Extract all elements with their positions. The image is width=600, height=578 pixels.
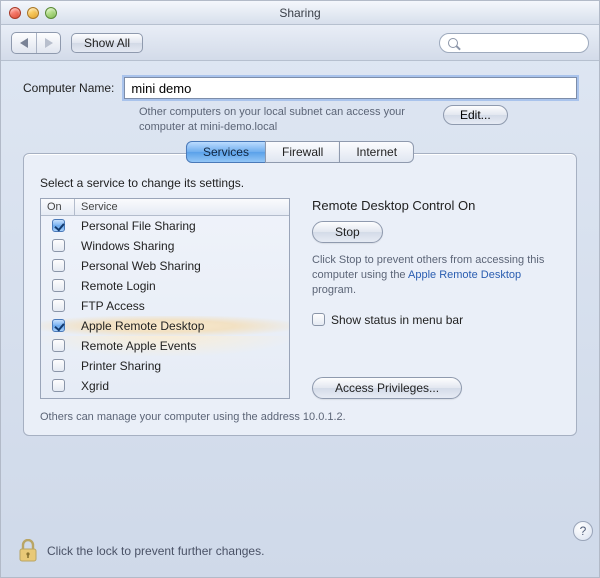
checkbox-icon[interactable] <box>52 319 65 332</box>
service-label: FTP Access <box>75 299 289 313</box>
show-status-label: Show status in menu bar <box>331 313 463 327</box>
edit-name-button[interactable]: Edit... <box>443 105 508 125</box>
content: Computer Name: Other computers on your l… <box>1 61 599 446</box>
service-row-xgrid[interactable]: Xgrid <box>41 376 289 396</box>
computer-name-hint: Other computers on your local subnet can… <box>139 105 429 135</box>
services-instruction: Select a service to change its settings. <box>40 176 560 190</box>
services-header: On Service <box>41 199 289 216</box>
services-table: On Service Personal File Sharing Windows… <box>40 198 290 399</box>
lock-footer: Click the lock to prevent further change… <box>17 539 264 563</box>
service-row-windows-sharing[interactable]: Windows Sharing <box>41 236 289 256</box>
service-detail-title: Remote Desktop Control On <box>312 198 560 213</box>
service-label: Remote Login <box>75 279 289 293</box>
tab-services[interactable]: Services <box>186 141 266 163</box>
tab-internet[interactable]: Internet <box>339 141 414 163</box>
service-row-personal-file-sharing[interactable]: Personal File Sharing <box>41 216 289 236</box>
checkbox-icon[interactable] <box>52 239 65 252</box>
show-status-row[interactable]: Show status in menu bar <box>312 313 560 327</box>
service-label: Remote Apple Events <box>75 339 289 353</box>
panel-wrapper: Services Firewall Internet Select a serv… <box>23 153 577 436</box>
checkbox-icon[interactable] <box>52 359 65 372</box>
nav-buttons <box>11 32 61 54</box>
service-label: Apple Remote Desktop <box>75 319 289 333</box>
service-row-printer-sharing[interactable]: Printer Sharing <box>41 356 289 376</box>
checkbox-icon[interactable] <box>52 219 65 232</box>
services-columns: On Service Personal File Sharing Windows… <box>40 198 560 399</box>
service-detail-description: Click Stop to prevent others from access… <box>312 253 560 299</box>
stop-button[interactable]: Stop <box>312 221 383 243</box>
access-privileges-button[interactable]: Access Privileges... <box>312 377 462 399</box>
service-row-apple-remote-desktop[interactable]: Apple Remote Desktop <box>41 316 289 336</box>
services-panel: Select a service to change its settings.… <box>23 153 577 436</box>
checkbox-icon[interactable] <box>52 279 65 292</box>
computer-name-label: Computer Name: <box>23 81 114 95</box>
desc-text: program. <box>312 284 356 296</box>
lock-text: Click the lock to prevent further change… <box>47 544 264 558</box>
services-col-service[interactable]: Service <box>75 199 289 216</box>
tab-firewall[interactable]: Firewall <box>265 141 340 163</box>
computer-name-hint-row: Other computers on your local subnet can… <box>139 105 577 135</box>
service-label: Personal File Sharing <box>75 219 289 233</box>
show-all-button[interactable]: Show All <box>71 33 143 53</box>
service-row-personal-web-sharing[interactable]: Personal Web Sharing <box>41 256 289 276</box>
service-label: Personal Web Sharing <box>75 259 289 273</box>
checkbox-icon[interactable] <box>52 339 65 352</box>
checkbox-icon[interactable] <box>52 379 65 392</box>
back-button[interactable] <box>12 33 36 53</box>
service-row-remote-login[interactable]: Remote Login <box>41 276 289 296</box>
services-col-on[interactable]: On <box>41 199 75 216</box>
services-body: Personal File Sharing Windows Sharing Pe… <box>41 216 289 396</box>
lock-icon[interactable] <box>17 539 39 563</box>
service-label: Printer Sharing <box>75 359 289 373</box>
computer-name-input[interactable] <box>124 77 577 99</box>
checkbox-icon[interactable] <box>312 313 325 326</box>
sharing-preferences-window: Sharing Show All Computer Name: Other co… <box>0 0 600 578</box>
checkbox-icon[interactable] <box>52 259 65 272</box>
service-row-remote-apple-events[interactable]: Remote Apple Events <box>41 336 289 356</box>
computer-name-row: Computer Name: <box>23 77 577 99</box>
toolbar: Show All <box>1 25 599 61</box>
service-label: Xgrid <box>75 379 289 393</box>
service-row-ftp-access[interactable]: FTP Access <box>41 296 289 316</box>
search-input[interactable] <box>439 33 589 53</box>
search-icon <box>448 38 458 48</box>
help-area: ? <box>573 521 593 541</box>
apple-remote-desktop-link[interactable]: Apple Remote Desktop <box>408 269 521 281</box>
management-address-text: Others can manage your computer using th… <box>40 411 560 423</box>
checkbox-icon[interactable] <box>52 299 65 312</box>
tab-bar: Services Firewall Internet <box>186 141 414 163</box>
window-title: Sharing <box>1 6 599 20</box>
service-detail: Remote Desktop Control On Stop Click Sto… <box>312 198 560 399</box>
titlebar: Sharing <box>1 1 599 25</box>
service-label: Windows Sharing <box>75 239 289 253</box>
forward-button[interactable] <box>36 33 60 53</box>
help-button[interactable]: ? <box>573 521 593 541</box>
